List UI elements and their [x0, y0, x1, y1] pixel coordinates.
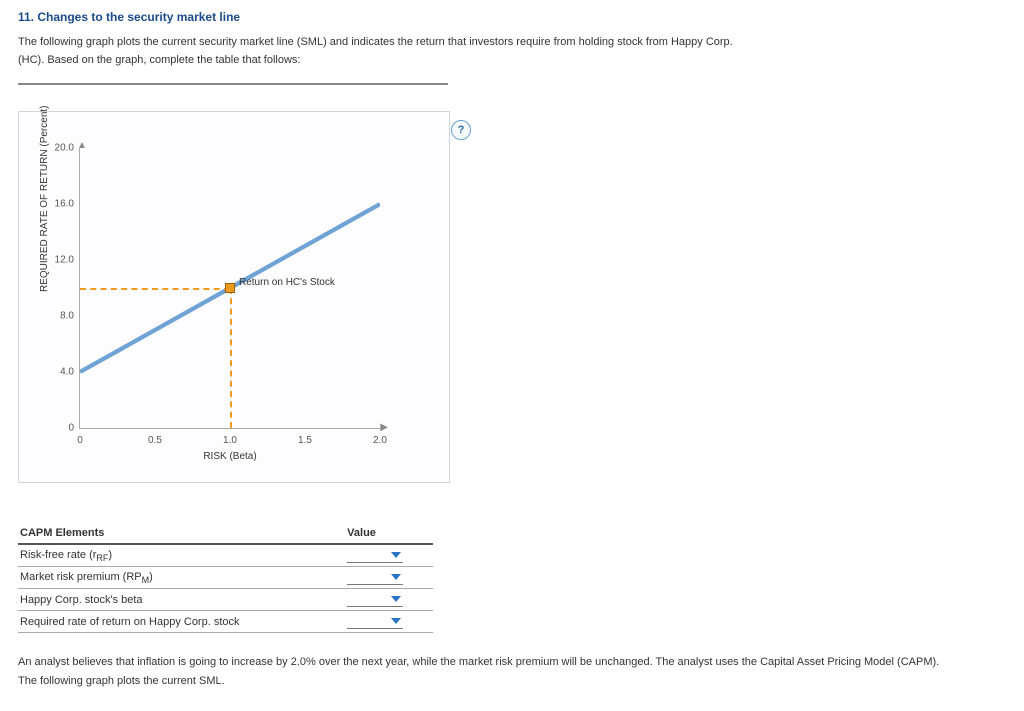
capm-header-value: Value	[345, 523, 433, 544]
intro-line-1: The following graph plots the current se…	[18, 36, 733, 48]
row-label: Market risk premium (RPM)	[18, 567, 345, 589]
value-dropdown[interactable]	[347, 592, 403, 607]
table-row: Required rate of return on Happy Corp. s…	[18, 611, 433, 633]
capm-header-elements: CAPM Elements	[18, 523, 345, 544]
y-tick: 16.0	[46, 199, 74, 210]
hc-marker-label: Return on HC's Stock	[239, 277, 335, 288]
table-row: Happy Corp. stock's beta	[18, 589, 433, 611]
plot-area: ▲ ▶ 0 4.0 8.0 12.0 16.0 20.0 0 0.5 1.0 1…	[79, 148, 380, 429]
table-row: Risk-free rate (rRF)	[18, 544, 433, 567]
x-tick: 0	[77, 435, 83, 446]
x-tick: 0.5	[148, 435, 162, 446]
x-tick: 2.0	[373, 435, 387, 446]
y-tick: 0	[46, 423, 74, 434]
followup-text: An analyst believes that inflation is go…	[18, 653, 958, 690]
divider	[18, 83, 448, 85]
intro-line-2: (HC). Based on the graph, complete the t…	[18, 54, 301, 66]
y-tick: 20.0	[46, 143, 74, 154]
x-axis-arrow-icon: ▶	[380, 422, 388, 433]
guide-vertical	[230, 288, 232, 428]
y-tick: 4.0	[46, 367, 74, 378]
x-tick: 1.0	[223, 435, 237, 446]
intro-text: The following graph plots the current se…	[18, 34, 1006, 69]
table-row: Market risk premium (RPM)	[18, 567, 433, 589]
hc-marker[interactable]	[225, 283, 235, 293]
row-label: Happy Corp. stock's beta	[18, 589, 345, 611]
y-tick: 8.0	[46, 311, 74, 322]
value-dropdown[interactable]	[347, 570, 403, 585]
page-title: 11. Changes to the security market line	[18, 10, 1006, 24]
sml-chart: ? REQUIRED RATE OF RETURN (Percent) ▲ ▶ …	[18, 111, 450, 483]
guide-horizontal	[80, 288, 230, 290]
row-label: Required rate of return on Happy Corp. s…	[18, 611, 345, 633]
capm-table: CAPM Elements Value Risk-free rate (rRF)…	[18, 523, 433, 633]
value-dropdown[interactable]	[347, 614, 403, 629]
y-tick: 12.0	[46, 255, 74, 266]
help-icon[interactable]: ?	[451, 120, 471, 140]
x-tick: 1.5	[298, 435, 312, 446]
value-dropdown[interactable]	[347, 548, 403, 563]
y-axis-arrow-icon: ▲	[77, 140, 87, 151]
x-axis-label: RISK (Beta)	[203, 451, 256, 462]
row-label: Risk-free rate (rRF)	[18, 544, 345, 567]
